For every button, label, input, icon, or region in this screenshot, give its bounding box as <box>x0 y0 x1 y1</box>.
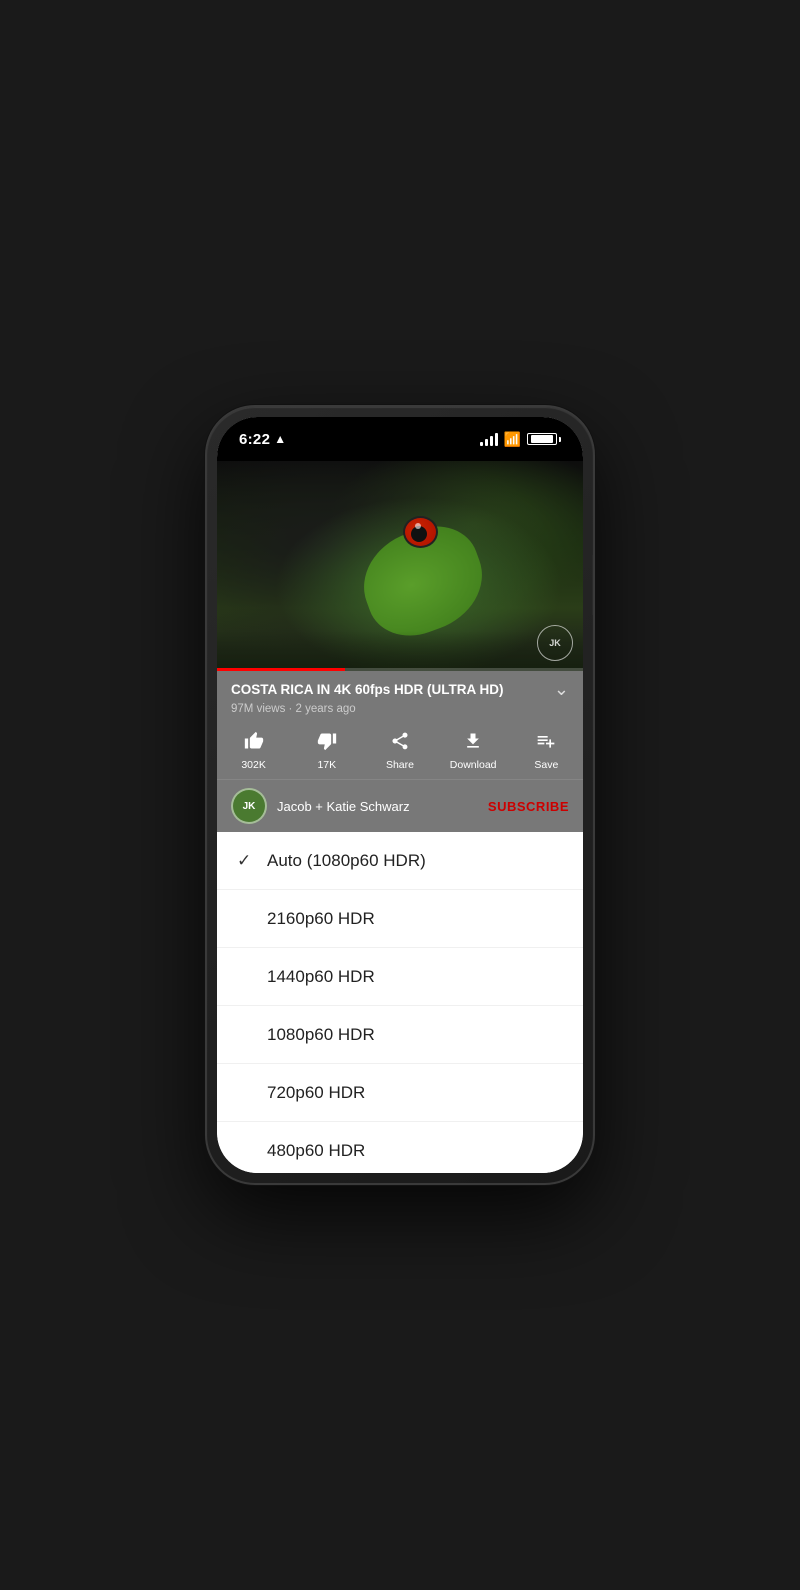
channel-row: JK Jacob + Katie Schwarz SUBSCRIBE <box>217 779 583 832</box>
wifi-icon: 📶 <box>504 431 521 448</box>
video-meta: 97M views · 2 years ago <box>231 703 569 715</box>
video-thumbnail[interactable]: JK <box>217 461 583 671</box>
save-button[interactable]: Save <box>521 731 571 771</box>
quality-sheet: ✓ Auto (1080p60 HDR) 2160p60 HDR 1440p60… <box>217 832 583 1173</box>
channel-name: Jacob + Katie Schwarz <box>277 799 488 814</box>
quality-option-720p[interactable]: 720p60 HDR <box>217 1064 583 1122</box>
status-icons: 📶 <box>480 431 561 448</box>
like-button[interactable]: 302K <box>229 731 279 771</box>
download-icon <box>463 731 483 755</box>
quality-option-auto[interactable]: ✓ Auto (1080p60 HDR) <box>217 832 583 890</box>
dislike-button[interactable]: 17K <box>302 731 352 771</box>
phone-screen: 6:22 ▲ 📶 <box>217 417 583 1173</box>
silent-button[interactable] <box>205 502 208 530</box>
quality-checkmark-auto: ✓ <box>237 851 267 871</box>
phone-frame: 6:22 ▲ 📶 <box>205 405 595 1185</box>
screen-content: 6:22 ▲ 📶 <box>217 417 583 1173</box>
channel-avatar[interactable]: JK <box>231 788 267 824</box>
like-count: 302K <box>241 759 266 771</box>
quality-label-720p: 720p60 HDR <box>267 1083 365 1103</box>
video-progress-bar[interactable] <box>217 668 583 671</box>
quality-label-2160p: 2160p60 HDR <box>267 909 375 929</box>
download-label: Download <box>450 759 497 771</box>
signal-icon <box>480 433 498 446</box>
quality-option-1440p[interactable]: 1440p60 HDR <box>217 948 583 1006</box>
notch <box>340 427 460 455</box>
share-label: Share <box>386 759 414 771</box>
like-icon <box>244 731 264 755</box>
action-bar: 302K 17K Share <box>217 721 583 779</box>
volume-up-button[interactable] <box>205 537 208 572</box>
video-progress-fill <box>217 668 345 671</box>
battery-icon <box>527 433 561 445</box>
quality-option-480p[interactable]: 480p60 HDR <box>217 1122 583 1173</box>
quality-option-2160p[interactable]: 2160p60 HDR <box>217 890 583 948</box>
chevron-down-icon[interactable]: ⌄ <box>554 679 569 700</box>
dislike-icon <box>317 731 337 755</box>
download-button[interactable]: Download <box>448 731 498 771</box>
channel-badge-overlay: JK <box>537 625 573 661</box>
quality-label-auto: Auto (1080p60 HDR) <box>267 851 426 871</box>
video-title: COSTA RICA IN 4K 60fps HDR (ULTRA HD) <box>231 681 546 699</box>
save-label: Save <box>534 759 558 771</box>
share-button[interactable]: Share <box>375 731 425 771</box>
location-icon: ▲ <box>274 432 286 446</box>
subscribe-button[interactable]: SUBSCRIBE <box>488 799 569 814</box>
dislike-count: 17K <box>317 759 336 771</box>
video-info-section: COSTA RICA IN 4K 60fps HDR (ULTRA HD) ⌄ … <box>217 671 583 721</box>
quality-label-1080p: 1080p60 HDR <box>267 1025 375 1045</box>
quality-label-1440p: 1440p60 HDR <box>267 967 375 987</box>
status-time: 6:22 <box>239 431 270 448</box>
power-button[interactable] <box>592 555 595 615</box>
quality-option-1080p[interactable]: 1080p60 HDR <box>217 1006 583 1064</box>
quality-label-480p: 480p60 HDR <box>267 1141 365 1161</box>
save-icon <box>536 731 556 755</box>
channel-avatar-text: JK <box>243 801 256 812</box>
volume-down-button[interactable] <box>205 585 208 620</box>
share-icon <box>390 731 410 755</box>
